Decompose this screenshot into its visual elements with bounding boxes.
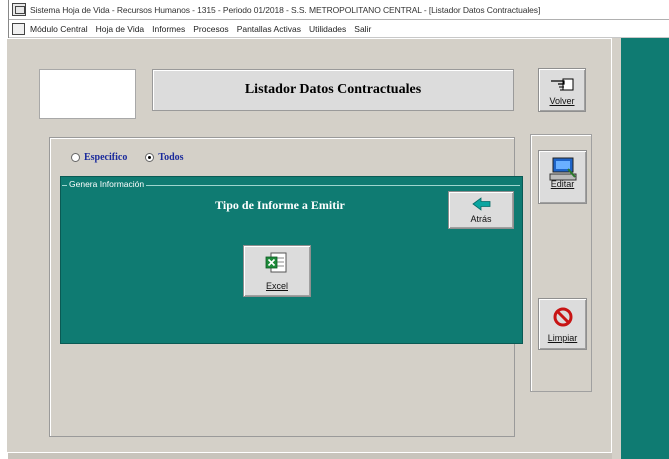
title-bar: Sistema Hoja de Vida - Recursos Humanos … [9,0,669,20]
dialog-legend: Genera Información [67,179,147,189]
menu-procesos[interactable]: Procesos [193,24,228,34]
logo-placeholder [39,69,136,119]
radio-todos[interactable] [145,153,155,162]
especifico-label: Especifico [84,152,128,163]
menu-informes[interactable]: Informes [152,24,185,34]
menu-hoja-de-vida[interactable]: Hoja de Vida [96,24,145,34]
excel-icon [265,252,287,273]
excel-label: Excel [265,281,288,291]
limpiar-button[interactable]: Limpiar [538,298,587,350]
limpiar-label: Limpiar [547,333,578,343]
system-menu-icon[interactable] [12,22,25,35]
menu-modulo-central[interactable]: Módulo Central [30,24,88,34]
editar-label: Editar [550,179,575,189]
atras-button[interactable]: Atrás [448,191,514,229]
window-title: Sistema Hoja de Vida - Recursos Humanos … [30,4,541,15]
volver-label: Volver [549,96,575,106]
filter-options: Especifico Todos [71,152,202,163]
menu-utilidades[interactable]: Utilidades [309,24,346,34]
hand-pointer-icon [551,78,574,91]
arrow-left-icon [472,197,491,211]
radio-especifico[interactable] [71,153,80,162]
atras-label: Atrás [470,214,492,224]
status-strip [8,453,612,459]
todos-label: Todos [158,152,184,163]
background-panel [621,38,669,459]
volver-button[interactable]: Volver [538,68,586,112]
menu-salir[interactable]: Salir [354,24,371,34]
menu-bar: Módulo Central Hoja de Vida Informes Pro… [9,20,669,38]
no-entry-icon [553,307,573,327]
app-icon [12,3,26,16]
page-title: Listador Datos Contractuales [152,69,514,111]
dialog-title: Tipo de Informe a Emitir [215,198,345,212]
editar-button[interactable]: Editar [538,150,587,204]
excel-button[interactable]: Excel [243,245,311,297]
menu-pantallas-activas[interactable]: Pantallas Activas [237,24,301,34]
